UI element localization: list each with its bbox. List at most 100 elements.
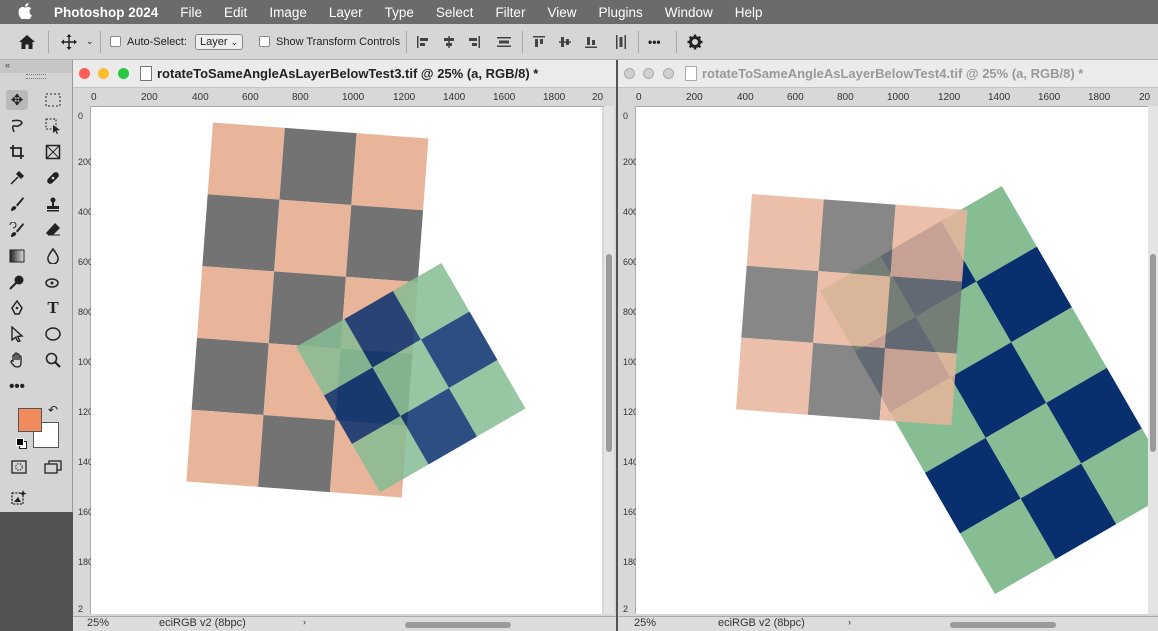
history-brush-tool-icon[interactable]	[6, 220, 28, 240]
menu-view[interactable]: View	[547, 5, 576, 20]
type-tool-icon[interactable]: T	[42, 298, 64, 318]
status-bar: 25% eciRGB v2 (8bpc) ›	[618, 616, 1158, 631]
vertical-scroll-thumb[interactable]	[606, 254, 612, 452]
menu-edit[interactable]: Edit	[224, 5, 247, 20]
tools-panel: « ✥ T ••• ↶	[0, 60, 73, 512]
status-bar: 25% eciRGB v2 (8bpc) ›	[73, 616, 616, 631]
zoom-button[interactable]	[663, 68, 674, 79]
show-transform-label: Show Transform Controls	[276, 35, 401, 48]
tool-preset-chevron-icon[interactable]: ⌄	[86, 24, 94, 59]
menu-image[interactable]: Image	[269, 5, 307, 20]
show-transform-checkbox[interactable]: Show Transform Controls	[259, 24, 400, 59]
chevron-down-icon: ⌄	[230, 36, 239, 47]
screen-mode-icon[interactable]	[42, 457, 64, 477]
menu-select[interactable]: Select	[436, 5, 474, 20]
menu-bar: Photoshop 2024 File Edit Image Layer Typ…	[0, 0, 1158, 24]
eyedropper-tool-icon[interactable]	[6, 168, 28, 188]
align-right-icon[interactable]	[467, 24, 481, 59]
document-window-2: rotateToSameAngleAsLayerBelowTest4.tif @…	[618, 60, 1158, 631]
document-title-bar[interactable]: rotateToSameAngleAsLayerBelowTest4.tif @…	[618, 60, 1158, 88]
vertical-scrollbar[interactable]	[604, 106, 614, 614]
zoom-button[interactable]	[118, 68, 129, 79]
document-canvas[interactable]	[636, 107, 1148, 614]
document-proxy-icon[interactable]	[685, 66, 697, 81]
horizontal-ruler[interactable]: 0 200 400 600 800 1000 1200 1400 1600 18…	[636, 88, 1158, 107]
gear-icon[interactable]	[687, 24, 703, 59]
gradient-tool-icon[interactable]	[6, 246, 28, 266]
brush-tool-icon[interactable]	[6, 194, 28, 214]
status-chevron-icon[interactable]: ›	[303, 617, 306, 627]
align-horizontal-center-icon[interactable]	[442, 24, 456, 59]
vertical-ruler[interactable]: 0 200 400 600 800 1000 1200 1400 1600 18…	[73, 106, 98, 614]
menu-help[interactable]: Help	[735, 5, 763, 20]
minimize-button[interactable]	[98, 68, 109, 79]
path-selection-tool-icon[interactable]	[6, 324, 28, 344]
pen-tool-icon[interactable]	[6, 298, 28, 318]
menu-plugins[interactable]: Plugins	[598, 5, 642, 20]
move-tool-icon[interactable]	[60, 24, 78, 59]
menu-layer[interactable]: Layer	[329, 5, 363, 20]
healing-brush-tool-icon[interactable]	[42, 168, 64, 188]
default-colors-icon[interactable]	[16, 438, 27, 449]
canvas-artwork	[186, 122, 526, 498]
frame-tool-icon[interactable]	[42, 142, 64, 162]
hand-tool-icon[interactable]	[6, 350, 28, 370]
blur-tool-icon[interactable]	[42, 246, 64, 266]
more-options-icon[interactable]: •••	[648, 24, 661, 59]
menu-type[interactable]: Type	[385, 5, 414, 20]
swap-colors-icon[interactable]: ↶	[48, 403, 58, 417]
checkbox-box[interactable]	[259, 36, 270, 47]
auto-select-dropdown[interactable]: Layer ⌄	[195, 24, 244, 59]
eraser-tool-icon[interactable]	[42, 220, 64, 240]
checkbox-box[interactable]	[110, 36, 121, 47]
menu-filter[interactable]: Filter	[495, 5, 525, 20]
auto-select-label: Auto-Select:	[127, 35, 187, 48]
dodge-tool-icon[interactable]	[6, 272, 28, 292]
align-top-icon[interactable]	[532, 24, 546, 59]
zoom-level[interactable]: 25%	[87, 617, 109, 629]
apple-icon[interactable]	[18, 2, 38, 22]
crop-tool-icon[interactable]	[6, 142, 28, 162]
document-proxy-icon[interactable]	[140, 66, 152, 81]
distribute-vertical-icon[interactable]	[496, 24, 512, 59]
clone-stamp-tool-icon[interactable]	[42, 194, 64, 214]
move-tool-icon[interactable]: ✥	[6, 90, 28, 110]
document-window-1: rotateToSameAngleAsLayerBelowTest3.tif @…	[73, 60, 616, 631]
align-vertical-center-icon[interactable]	[558, 24, 572, 59]
app-menu[interactable]: Photoshop 2024	[54, 5, 158, 20]
panel-grip[interactable]	[26, 74, 46, 79]
vertical-scrollbar[interactable]	[1148, 106, 1158, 614]
close-button[interactable]	[624, 68, 635, 79]
ellipse-tool-icon[interactable]	[42, 324, 64, 344]
horizontal-scroll-thumb[interactable]	[950, 622, 1056, 628]
object-selection-tool-icon[interactable]	[42, 116, 64, 136]
edit-toolbar-icon[interactable]: •••	[6, 376, 28, 396]
align-bottom-icon[interactable]	[584, 24, 598, 59]
zoom-level[interactable]: 25%	[634, 617, 656, 629]
home-icon[interactable]	[18, 24, 36, 59]
horizontal-scroll-thumb[interactable]	[405, 622, 511, 628]
document-title-bar[interactable]: rotateToSameAngleAsLayerBelowTest3.tif @…	[73, 60, 616, 88]
menu-window[interactable]: Window	[665, 5, 713, 20]
panel-collapse-icon[interactable]: «	[0, 60, 72, 73]
close-button[interactable]	[79, 68, 90, 79]
document-profile[interactable]: eciRGB v2 (8bpc)	[159, 617, 246, 629]
quick-mask-icon[interactable]	[8, 457, 30, 477]
distribute-horizontal-icon[interactable]	[614, 24, 628, 59]
lasso-tool-icon[interactable]	[6, 116, 28, 136]
align-left-icon[interactable]	[416, 24, 430, 59]
marquee-tool-icon[interactable]	[42, 90, 64, 110]
document-profile[interactable]: eciRGB v2 (8bpc)	[718, 617, 805, 629]
vertical-scroll-thumb[interactable]	[1150, 254, 1156, 452]
auto-select-checkbox[interactable]: Auto-Select:	[110, 24, 187, 59]
zoom-tool-icon[interactable]	[42, 350, 64, 370]
smudge-tool-icon[interactable]	[42, 272, 64, 292]
foreground-color-swatch[interactable]	[18, 408, 42, 432]
minimize-button[interactable]	[643, 68, 654, 79]
vertical-ruler[interactable]: 0 200 400 600 800 1000 1200 1400 1600 18…	[618, 106, 643, 614]
menu-file[interactable]: File	[180, 5, 202, 20]
document-canvas[interactable]	[91, 107, 602, 614]
horizontal-ruler[interactable]: 0 200 400 600 800 1000 1200 1400 1600 18…	[91, 88, 604, 107]
generative-ai-icon[interactable]	[8, 487, 30, 507]
status-chevron-icon[interactable]: ›	[848, 617, 851, 627]
